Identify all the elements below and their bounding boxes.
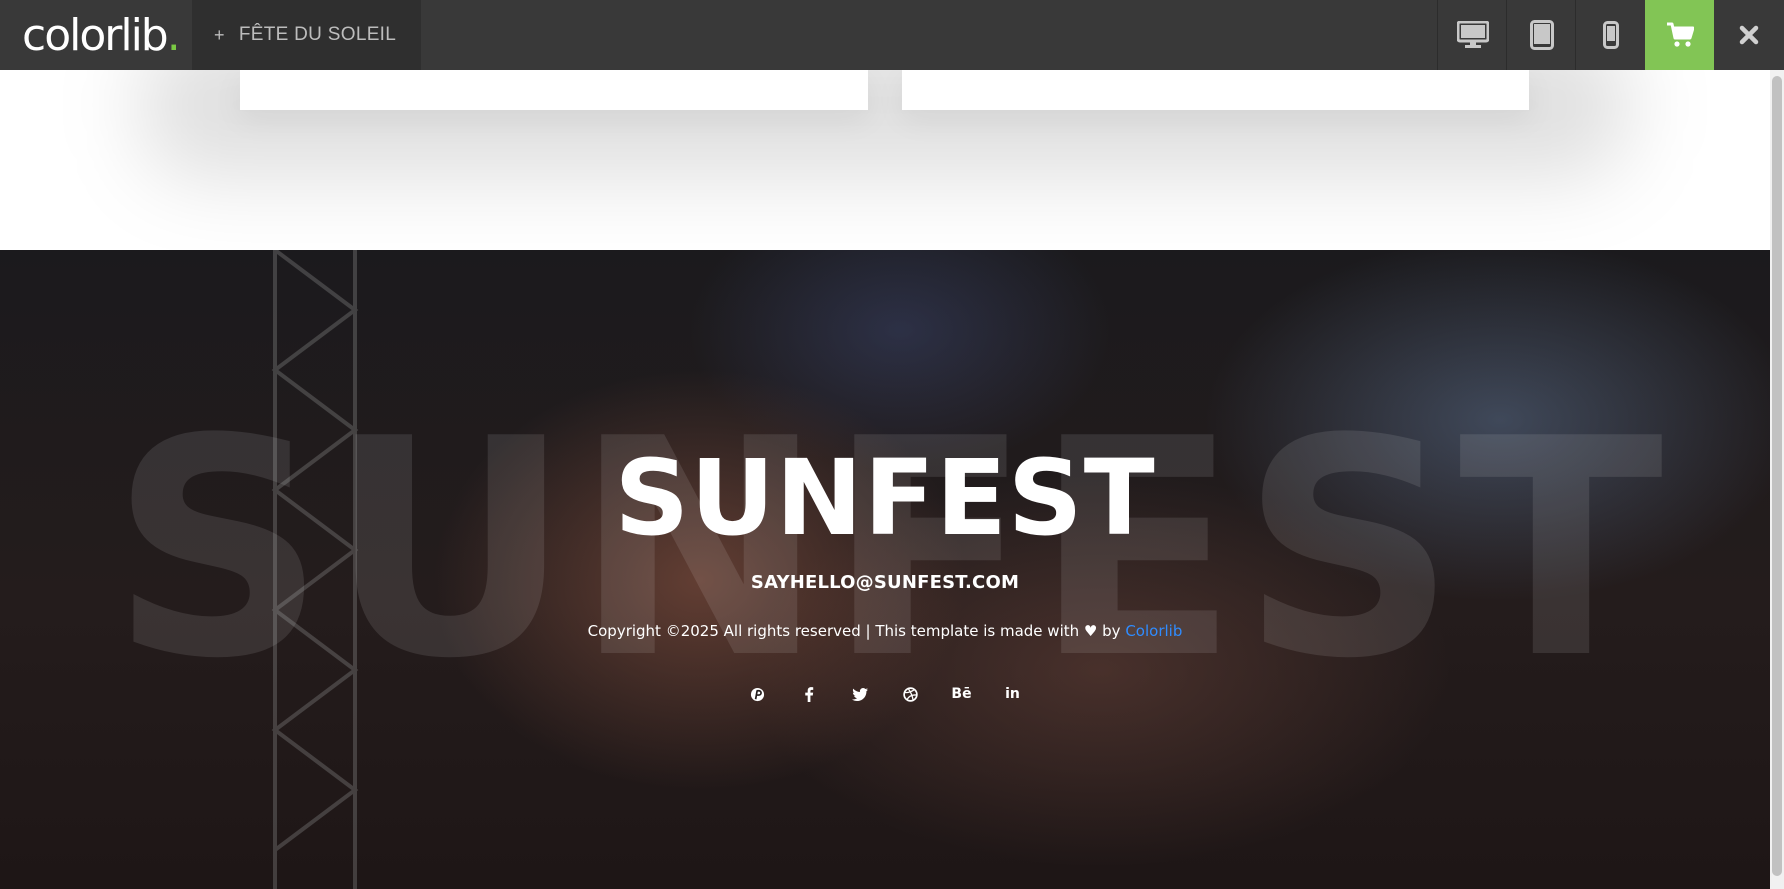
preview-topbar: colorlib. + FÊTE DU SOLEIL [0, 0, 1784, 70]
mobile-view-button[interactable] [1575, 0, 1645, 70]
desktop-icon [1456, 21, 1489, 48]
copyright-text: Copyright ©2025 All rights reserved | Th… [0, 622, 1770, 640]
dribbble-icon[interactable] [885, 682, 936, 706]
close-preview-button[interactable] [1714, 0, 1784, 70]
scrollbar-thumb[interactable] [1772, 76, 1782, 876]
page-scrollbar[interactable] [1770, 70, 1784, 889]
social-links: Bē in [0, 682, 1770, 706]
cart-icon [1666, 22, 1694, 47]
desktop-view-button[interactable] [1437, 0, 1507, 70]
buy-cart-button[interactable] [1645, 0, 1714, 70]
pinterest-icon[interactable] [732, 682, 783, 706]
tablet-view-button[interactable] [1506, 0, 1576, 70]
theme-tab-label: FÊTE DU SOLEIL [238, 24, 397, 45]
behance-icon[interactable]: Bē [936, 682, 987, 706]
twitter-icon[interactable] [834, 682, 885, 706]
mobile-icon [1602, 21, 1619, 49]
theme-tab[interactable]: + FÊTE DU SOLEIL [192, 0, 421, 70]
logo-text: colorlib [22, 9, 169, 61]
copyright-by: by [1102, 622, 1121, 640]
heart-icon: ♥ [1083, 622, 1098, 640]
facebook-icon[interactable] [783, 682, 834, 706]
content-area [0, 70, 1770, 250]
footer-brand-title: SUNFEST [614, 437, 1156, 559]
tablet-icon [1529, 20, 1554, 50]
colorlib-logo[interactable]: colorlib. [22, 8, 181, 62]
footer-email[interactable]: SAYHELLO@SUNFEST.COM [0, 572, 1770, 593]
content-card-left [240, 70, 868, 110]
colorlib-link[interactable]: Colorlib [1125, 622, 1182, 640]
content-card-right [902, 70, 1529, 110]
plus-icon: + [214, 24, 225, 45]
copyright-prefix: Copyright ©2025 All rights reserved | Th… [587, 622, 1080, 640]
site-footer: SUNFEST SUNFEST SAYHELLO@SUNFEST.COM Cop… [0, 250, 1770, 889]
logo-dot: . [166, 9, 181, 61]
linkedin-icon[interactable]: in [987, 682, 1038, 706]
close-icon [1739, 25, 1759, 45]
